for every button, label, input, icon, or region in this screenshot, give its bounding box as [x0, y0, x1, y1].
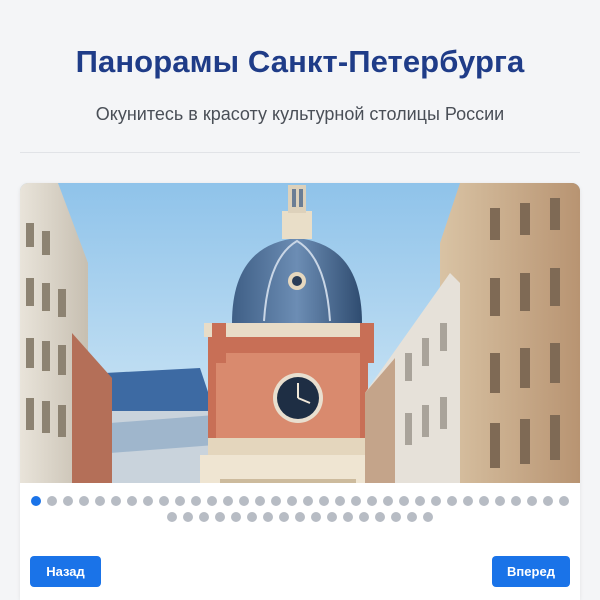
slide-dot[interactable]: [423, 512, 433, 522]
slide-dot[interactable]: [559, 496, 569, 506]
slide-dot[interactable]: [495, 496, 505, 506]
slide-dot[interactable]: [479, 496, 489, 506]
panorama-gallery: Назад Вперед: [20, 183, 580, 600]
slide-dot[interactable]: [159, 496, 169, 506]
slide-dot[interactable]: [207, 496, 217, 506]
slide-dot[interactable]: [543, 496, 553, 506]
slide-dot[interactable]: [375, 512, 385, 522]
slide-dot[interactable]: [415, 496, 425, 506]
slide-dot[interactable]: [527, 496, 537, 506]
slide-dot[interactable]: [175, 496, 185, 506]
page-subtitle: Окунитесь в красоту культурной столицы Р…: [95, 104, 505, 124]
slide-dot[interactable]: [311, 512, 321, 522]
slide-dot[interactable]: [463, 496, 473, 506]
slide-dot[interactable]: [367, 496, 377, 506]
slide-dot[interactable]: [431, 496, 441, 506]
slide-dot[interactable]: [447, 496, 457, 506]
slide-dot[interactable]: [303, 496, 313, 506]
slide-dot[interactable]: [31, 496, 41, 506]
slide-dot[interactable]: [79, 496, 89, 506]
slide-dot[interactable]: [183, 512, 193, 522]
slide-dot[interactable]: [95, 496, 105, 506]
slide-dot[interactable]: [271, 496, 281, 506]
slide-dot[interactable]: [335, 496, 345, 506]
slide-dot[interactable]: [223, 496, 233, 506]
slide-dot[interactable]: [279, 512, 289, 522]
next-button[interactable]: Вперед: [492, 556, 570, 587]
slide-dot[interactable]: [391, 512, 401, 522]
prev-button[interactable]: Назад: [30, 556, 101, 587]
slide-dot[interactable]: [343, 512, 353, 522]
panorama-image[interactable]: [20, 183, 580, 483]
slide-dot[interactable]: [407, 512, 417, 522]
slide-dot[interactable]: [287, 496, 297, 506]
slide-dot[interactable]: [231, 512, 241, 522]
slide-dot[interactable]: [111, 496, 121, 506]
slide-dot[interactable]: [383, 496, 393, 506]
slide-dot[interactable]: [239, 496, 249, 506]
slide-dot[interactable]: [191, 496, 201, 506]
slide-indicators: [20, 493, 580, 525]
slide-dot[interactable]: [63, 496, 73, 506]
slide-dot[interactable]: [399, 496, 409, 506]
slide-dot[interactable]: [247, 512, 257, 522]
slide-dot[interactable]: [263, 512, 273, 522]
slide-dot[interactable]: [511, 496, 521, 506]
slide-dot[interactable]: [359, 512, 369, 522]
slide-dot[interactable]: [295, 512, 305, 522]
slide-dot[interactable]: [143, 496, 153, 506]
slide-dot[interactable]: [127, 496, 137, 506]
slide-dot[interactable]: [319, 496, 329, 506]
slide-dot[interactable]: [327, 512, 337, 522]
header-divider: [20, 152, 580, 153]
page-header: Панорамы Санкт-Петербурга Окунитесь в кр…: [0, 0, 600, 153]
slide-dot[interactable]: [351, 496, 361, 506]
page-title: Панорамы Санкт-Петербурга: [75, 44, 525, 79]
slide-dot[interactable]: [255, 496, 265, 506]
slide-dot[interactable]: [215, 512, 225, 522]
slide-dot[interactable]: [47, 496, 57, 506]
slide-dot[interactable]: [199, 512, 209, 522]
slide-dot[interactable]: [167, 512, 177, 522]
